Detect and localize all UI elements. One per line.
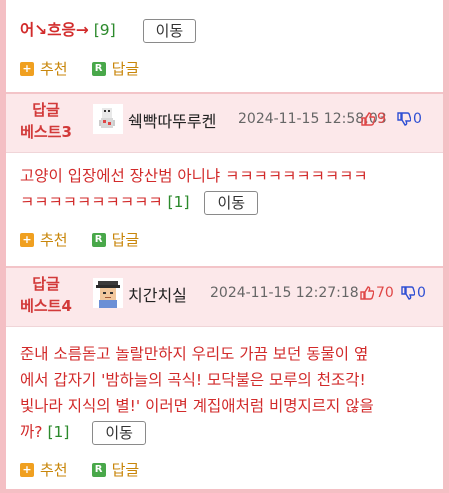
comment-header: 답글 베스트3 쉑빡따뚜루켄 2024-11-15 12:58:03 9 0 [6,94,443,153]
best-badge: 답글 베스트4 [10,273,82,317]
upvote-button[interactable]: 70 [360,285,394,301]
comment-text-line: 준내 소름돋고 놀랄만하지 우리도 가끔 보던 동물이 옆 [20,345,369,363]
recommend-label: 추천 [40,60,68,78]
reply-label: 답글 [111,60,140,78]
reply-button[interactable]: R 답글 [91,58,140,79]
comment-content: 준내 소름돋고 놀랄만하지 우리도 가끔 보던 동물이 옆 에서 갑자기 '밤하… [6,327,443,445]
reply-count[interactable]: [1] [168,193,190,211]
best-badge: 답글 베스트3 [10,99,82,143]
avatar[interactable] [93,104,123,134]
comment-text: 까? [20,423,43,441]
thumbs-up-icon [360,286,374,300]
upvote-count: 70 [376,285,394,301]
reply-icon: R [91,462,106,477]
reply-count[interactable]: [9] [94,21,116,39]
recommend-label: 추천 [40,231,68,249]
move-button[interactable]: 이동 [142,18,197,43]
comment-text: 어↘흐응→ [20,21,89,39]
comment-content: 어↘흐응→ [9] 이동 [6,0,443,43]
downvote-count: 0 [413,111,422,127]
comment-header: 답글 베스트4 치간치실 2024-11-15 12:27:18 70 0 [6,268,443,327]
comment-actions: + 추천 R 답글 [6,58,443,79]
comment-list: 어↘흐응→ [9] 이동 + 추천 R 답글 답글 베스트3 쉑빡따뚜루켄 20… [0,0,449,493]
comment-text-line-last: 까? [1] 이동 [20,419,433,445]
recommend-button[interactable]: + 추천 [20,459,68,480]
best-badge-line1: 답글 [32,275,60,293]
downvote-count: 0 [417,285,426,301]
comment-content: 고양이 입장에선 장산범 아니냐 ㅋㅋㅋㅋㅋㅋㅋㅋㅋㅋ ㅋㅋㅋㅋㅋㅋㅋㅋㅋㅋ [… [6,153,443,215]
best-badge-line2: 베스트3 [20,123,72,141]
reply-button[interactable]: R 답글 [91,229,140,250]
reply-icon: R [91,232,106,247]
downvote-button[interactable]: 0 [401,285,426,301]
avatar[interactable] [93,278,123,308]
upvote-button[interactable]: 9 [361,111,386,127]
comment-text-line: 빛나라 지식의 별!' 이러면 계집애처럼 비명지르지 않을 [20,397,374,415]
downvote-button[interactable]: 0 [397,111,422,127]
best-badge-line2: 베스트4 [20,297,72,315]
plus-icon: + [20,61,34,76]
recommend-button[interactable]: + 추천 [20,58,68,79]
reply-icon: R [91,61,106,76]
comment-actions: + 추천 R 답글 [6,229,443,250]
comment-item: 어↘흐응→ [9] 이동 + 추천 R 답글 [6,0,443,92]
comment-item: 답글 베스트3 쉑빡따뚜루켄 2024-11-15 12:58:03 9 0 고… [6,94,443,266]
reply-count[interactable]: [1] [47,423,69,441]
comment-text-line-last: ㅋㅋㅋㅋㅋㅋㅋㅋㅋㅋ [1] 이동 [20,189,433,215]
thumbs-down-icon [401,286,415,300]
upvote-count: 9 [377,111,386,127]
comment-item: 답글 베스트4 치간치실 2024-11-15 12:27:18 70 0 준내… [6,268,443,489]
plus-icon: + [20,462,34,477]
reply-button[interactable]: R 답글 [91,459,140,480]
recommend-button[interactable]: + 추천 [20,229,68,250]
reply-label: 답글 [111,461,140,479]
plus-icon: + [20,232,34,247]
recommend-label: 추천 [40,461,68,479]
best-badge-line1: 답글 [32,101,60,119]
comment-text-line: 에서 갑자기 '밤하늘의 곡식! 모닥불은 모루의 천조각! [20,371,366,389]
move-button[interactable]: 이동 [92,420,146,445]
thumbs-up-icon [361,112,375,126]
comment-text-line: 고양이 입장에선 장산범 아니냐 ㅋㅋㅋㅋㅋㅋㅋㅋㅋㅋ [20,167,368,185]
move-button[interactable]: 이동 [204,190,259,215]
thumbs-down-icon [397,112,411,126]
comment-text: ㅋㅋㅋㅋㅋㅋㅋㅋㅋㅋ [20,193,163,211]
comment-actions: + 추천 R 답글 [6,459,443,480]
nickname[interactable]: 쉑빡따뚜루켄 [128,108,216,132]
timestamp: 2024-11-15 12:27:18 [210,285,359,301]
reply-label: 답글 [111,231,140,249]
nickname[interactable]: 치간치실 [128,282,187,306]
